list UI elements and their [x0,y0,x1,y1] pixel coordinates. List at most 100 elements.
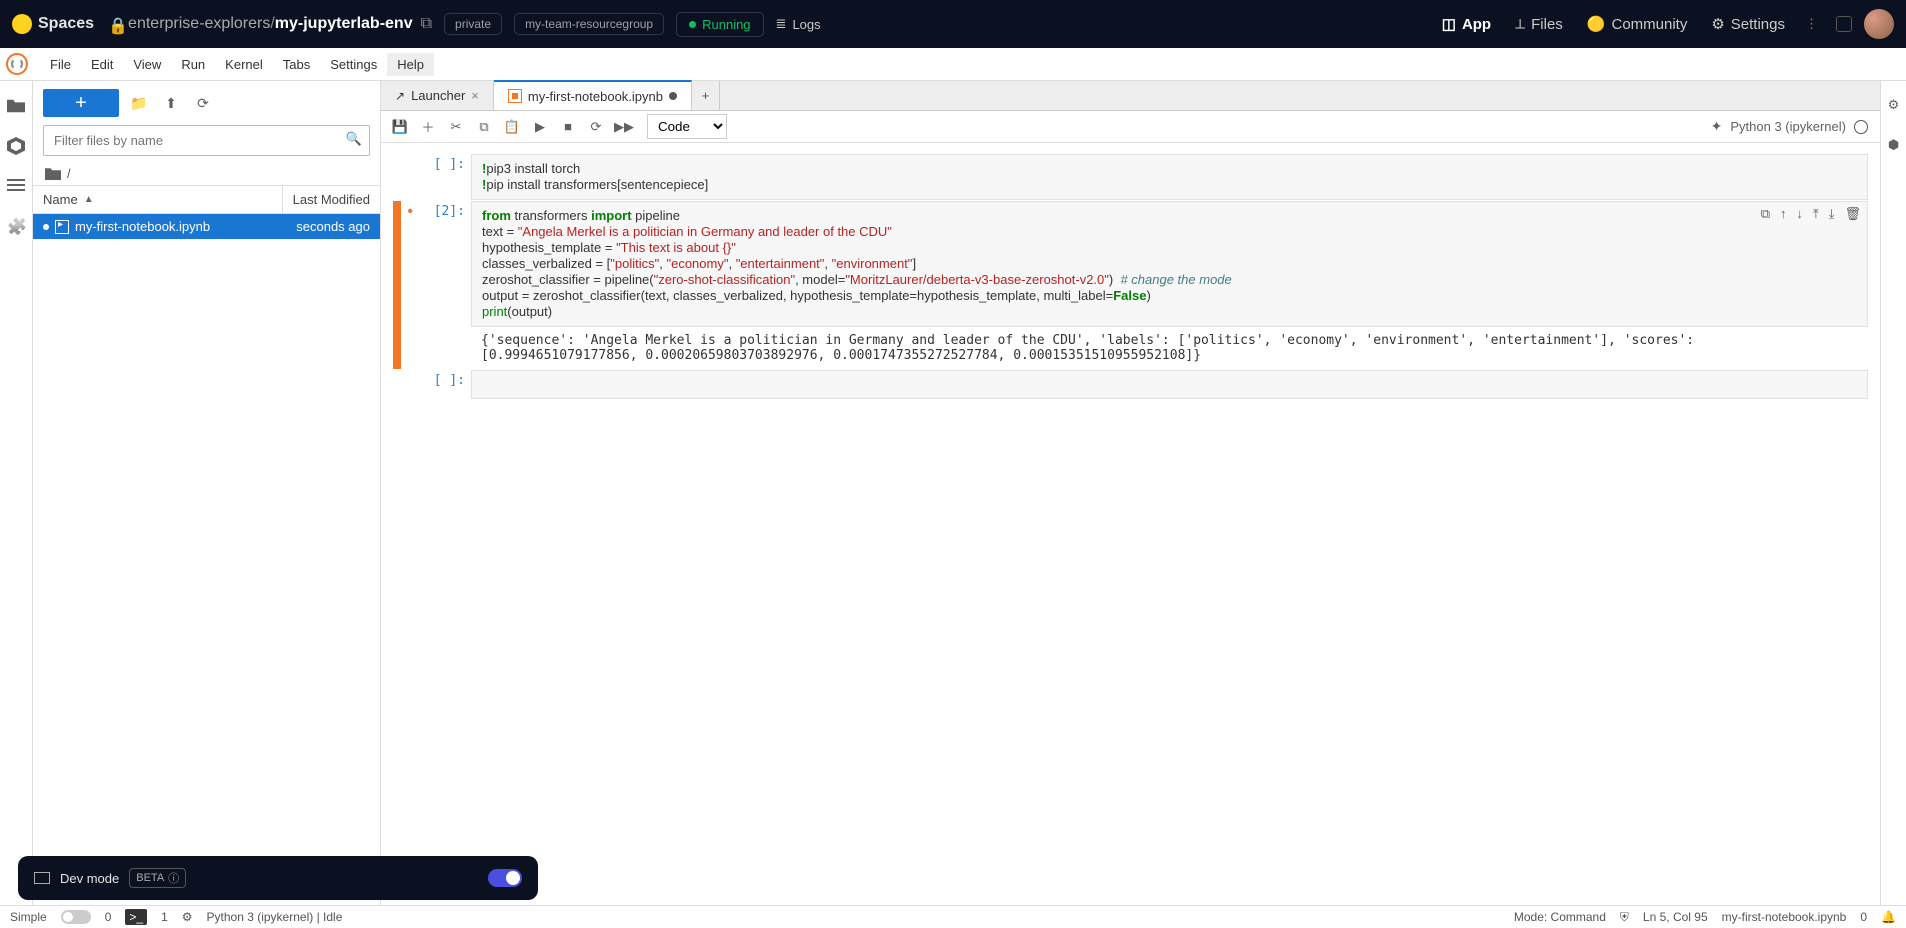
tab-launcher[interactable]: ↗ Launcher × [381,81,494,110]
new-launcher-button[interactable]: + [43,89,119,117]
menu-view[interactable]: View [123,53,171,76]
refresh-icon[interactable]: ⟳ [191,91,215,115]
avatar[interactable] [1864,9,1894,39]
nav-files[interactable]: ⟂Files [1515,16,1563,33]
running-icon[interactable] [7,137,25,155]
jupyter-logo-icon[interactable] [6,53,28,75]
new-folder-icon[interactable]: 📁 [127,91,151,115]
logs-label: Logs [792,17,820,32]
file-row[interactable]: my-first-notebook.ipynb seconds ago [33,214,380,239]
hf-face-icon [12,14,32,34]
info-icon[interactable]: ⓘ [168,870,179,886]
cut-icon[interactable]: ✂ [443,114,469,140]
copy-icon[interactable]: ⧉ [471,114,497,140]
save-icon[interactable]: 💾 [387,114,413,140]
debugger-icon[interactable]: ⬢ [1888,137,1899,153]
nav-community-label: Community [1611,16,1687,33]
org-name[interactable]: enterprise-explorers [128,15,270,33]
cell-prompt: [ ]: [413,154,471,200]
devmode-toggle[interactable] [488,869,522,887]
insert-cell-icon[interactable]: ＋ [415,114,441,140]
cell-toolbar: ⧉ ↑ ↓ ⤒ ⤓ 🗑 [1761,206,1861,222]
cell-output: {'sequence': 'Angela Merkel is a politic… [471,327,1868,369]
status-mode: Mode: Command [1514,910,1606,924]
paste-icon[interactable]: 📋 [499,114,525,140]
menu-kernel[interactable]: Kernel [215,53,273,76]
shield-icon[interactable]: ⛨ [1620,910,1629,925]
file-list-header: Name ▲ Last Modified [33,185,380,214]
extensions-icon[interactable] [7,217,25,235]
menu-edit[interactable]: Edit [81,53,123,76]
notebook-file-icon [55,220,69,234]
menu-file[interactable]: File [40,53,81,76]
launcher-icon: ↗ [395,89,405,103]
restart-icon[interactable]: ⟳ [583,114,609,140]
devmode-label: Dev mode [60,871,119,886]
col-modified[interactable]: Last Modified [293,192,370,207]
property-gear-icon[interactable]: ⚙ [1888,97,1900,113]
code-cell[interactable]: • [2]: ⧉↑↓⤒⤓🗑from transformers import pi… [393,201,1868,369]
col-name[interactable]: Name [43,192,78,207]
nav-community[interactable]: 🟡Community [1587,15,1688,33]
tab-notebook[interactable]: my-first-notebook.ipynb [494,80,692,110]
file-browser: + 📁 ⬆ ⟳ 🔍 / Name▲ Last Modified my-first… [33,81,381,905]
code-cell[interactable]: [ ]: !pip3 install torch !pip install tr… [393,154,1868,200]
cell-prompt: [2]: [413,201,471,369]
toc-icon[interactable] [7,177,25,195]
terminal-count: 1 [161,910,168,924]
status-label: Running [702,17,750,32]
close-icon[interactable]: × [471,88,479,103]
right-iconbar: ⚙ ⬢ [1880,81,1906,905]
movedown-icon[interactable]: ↓ [1796,206,1803,222]
delete-icon[interactable]: 🗑 [1844,206,1861,222]
code-cell[interactable]: [ ]: [393,370,1868,399]
run-icon[interactable]: ▶ [527,114,553,140]
runall-icon[interactable]: ▶▶ [611,114,637,140]
space-name[interactable]: my-jupyterlab-env [275,15,413,33]
notebook-tab-icon [508,89,522,103]
upload-icon[interactable]: ⬆ [159,91,183,115]
menu-dots-icon[interactable]: ⋮ [1805,16,1818,32]
stop-icon[interactable]: ■ [555,114,581,140]
link-icon[interactable] [1836,16,1852,32]
copy-icon[interactable]: ⧉ [421,15,432,33]
menu-tabs[interactable]: Tabs [273,53,320,76]
folder-icon[interactable] [7,97,25,115]
status-count-left: 0 [105,910,112,924]
duplicate-icon[interactable]: ⧉ [1761,206,1770,222]
settings-icon[interactable]: ⚙ [182,910,193,924]
cell-input[interactable] [471,370,1868,399]
celltype-select[interactable]: Code [647,114,727,139]
resourcegroup-pill[interactable]: my-team-resourcegroup [514,13,664,35]
logs-button[interactable]: ≣Logs [776,16,821,32]
sort-asc-icon[interactable]: ▲ [84,194,94,205]
kernel-indicator[interactable]: ✦ Python 3 (ipykernel) [1711,118,1874,135]
insertabove-icon[interactable]: ⤒ [1813,206,1819,222]
add-tab-button[interactable]: + [692,81,720,110]
kernel-name: Python 3 (ipykernel) [1730,119,1846,134]
file-filter-input[interactable] [43,125,370,156]
status-file: my-first-notebook.ipynb [1722,910,1847,924]
moveup-icon[interactable]: ↑ [1780,206,1787,222]
tab-notebook-label: my-first-notebook.ipynb [528,89,663,104]
nav-settings[interactable]: ⚙Settings [1711,15,1785,33]
status-running[interactable]: Running [676,12,763,37]
file-modified: seconds ago [296,219,370,234]
menu-settings[interactable]: Settings [320,53,387,76]
insertbelow-icon[interactable]: ⤓ [1829,206,1835,222]
menu-help[interactable]: Help [387,53,434,76]
notebook-area: [ ]: !pip3 install torch !pip install tr… [381,143,1880,905]
spaces-logo[interactable]: Spaces [12,14,94,34]
nav-app[interactable]: ◫App [1442,15,1491,33]
terminal-count-icon[interactable]: >_ [125,909,147,925]
spaces-label: Spaces [38,15,94,33]
jupyter-menubar: File Edit View Run Kernel Tabs Settings … [0,48,1906,81]
simple-toggle[interactable] [61,910,91,924]
cell-input[interactable]: !pip3 install torch !pip install transfo… [471,154,1868,200]
path-breadcrumb[interactable]: / [33,162,380,185]
cell-input[interactable]: ⧉↑↓⤒⤓🗑from transformers import pipeline … [471,201,1868,327]
visibility-pill[interactable]: private [444,13,502,35]
notebook-toolbar: 💾 ＋ ✂ ⧉ 📋 ▶ ■ ⟳ ▶▶ Code ✦ Python 3 (ipyk… [381,111,1880,143]
bell-icon[interactable]: 🔔 [1881,910,1896,924]
menu-run[interactable]: Run [171,53,215,76]
